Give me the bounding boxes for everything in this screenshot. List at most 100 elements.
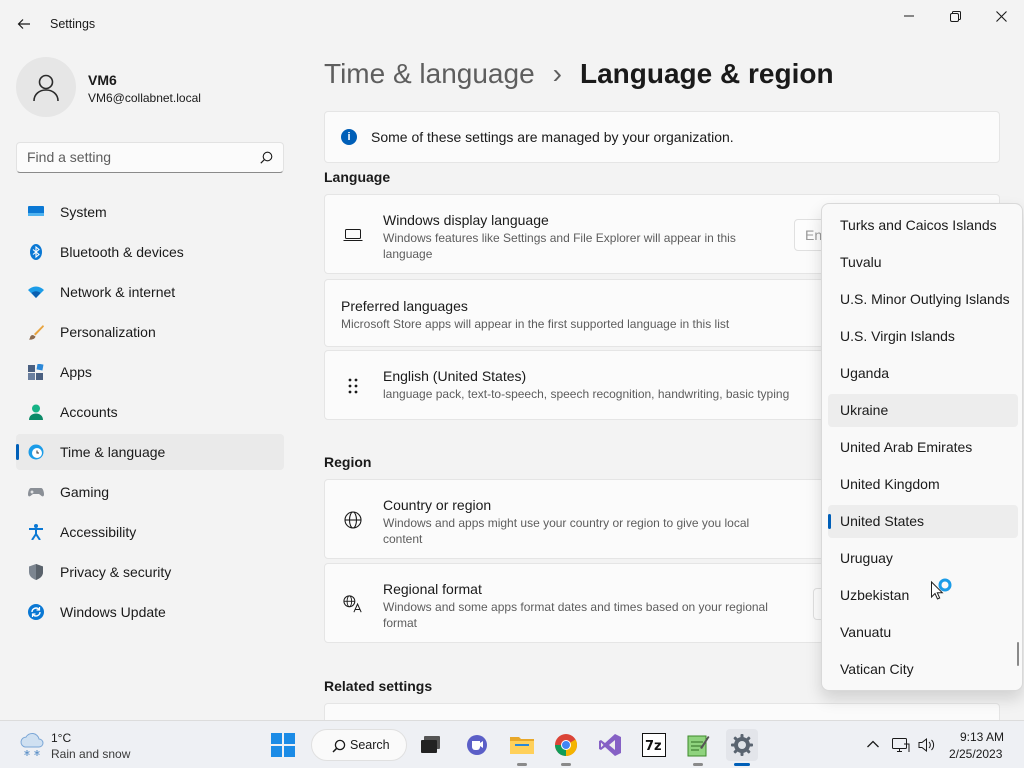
english-language-subtitle: language pack, text-to-speech, speech re… — [383, 387, 790, 401]
country-dropdown-list[interactable]: Turks and Caicos Islands Tuvalu U.S. Min… — [821, 203, 1023, 691]
network-icon[interactable] — [892, 737, 910, 753]
dropdown-option[interactable]: Uzbekistan — [828, 579, 1018, 612]
minimize-button[interactable] — [886, 0, 932, 32]
info-icon: i — [341, 129, 357, 145]
display-language-subtitle: Windows features like Settings and File … — [383, 231, 736, 261]
start-icon — [271, 733, 295, 757]
user-name: VM6 — [88, 72, 117, 88]
avatar — [16, 57, 76, 117]
wifi-icon — [28, 286, 44, 298]
breadcrumb-parent[interactable]: Time & language — [324, 58, 535, 90]
drag-handle-icon[interactable] — [343, 376, 363, 396]
dropdown-option[interactable]: Tuvalu — [828, 246, 1018, 279]
sidebar-item-gaming[interactable]: Gaming — [16, 474, 284, 510]
sidebar-item-privacy[interactable]: Privacy & security — [16, 554, 284, 590]
shield-icon — [29, 564, 43, 580]
settings-button[interactable] — [726, 729, 758, 766]
user-email: VM6@collabnet.local — [88, 91, 201, 105]
taskbar: 1°C Rain and snow Search 7z 9:13 AM 2/25… — [0, 720, 1024, 768]
dropdown-option[interactable]: Vatican City — [828, 653, 1018, 686]
country-region-title: Country or region — [383, 497, 492, 513]
gamepad-icon — [28, 488, 44, 497]
close-button[interactable] — [978, 0, 1024, 32]
dropdown-option[interactable]: Vanuatu — [828, 616, 1018, 649]
account-icon — [29, 404, 43, 420]
dropdown-option[interactable]: Uruguay — [828, 542, 1018, 575]
title-bar: Settings — [0, 0, 1024, 48]
related-settings-title: Related settings — [324, 678, 433, 694]
minimize-icon — [904, 15, 914, 17]
person-icon — [33, 74, 59, 102]
dropdown-option[interactable]: United Kingdom — [828, 468, 1018, 501]
search-icon[interactable] — [260, 151, 273, 164]
notepad-button[interactable] — [682, 729, 714, 766]
task-view-button[interactable] — [415, 729, 447, 761]
dropdown-option[interactable]: Uganda — [828, 357, 1018, 390]
weather-widget[interactable]: 1°C Rain and snow — [18, 731, 130, 761]
7zip-icon: 7z — [642, 733, 666, 757]
clock-globe-icon — [28, 444, 44, 460]
dropdown-option-selected[interactable]: United States — [828, 505, 1018, 538]
chrome-button[interactable] — [550, 729, 582, 766]
weather-desc: Rain and snow — [51, 747, 131, 761]
sidebar-item-windows-update[interactable]: Windows Update — [16, 594, 284, 630]
teams-chat-button[interactable] — [461, 729, 493, 761]
visual-studio-button[interactable] — [594, 729, 626, 761]
weather-temp: 1°C — [51, 731, 72, 745]
maximize-button[interactable] — [932, 0, 978, 32]
running-indicator — [693, 763, 703, 766]
dropdown-option[interactable]: U.S. Virgin Islands — [828, 320, 1018, 353]
sidebar-item-system[interactable]: System — [16, 194, 284, 230]
breadcrumb: Time & language › Language & region — [324, 58, 834, 90]
notepad-icon — [687, 735, 710, 757]
breadcrumb-separator: › — [552, 58, 562, 89]
close-icon — [995, 10, 1007, 22]
display-language-title: Windows display language — [383, 212, 549, 228]
sidebar-item-accessibility[interactable]: Accessibility — [16, 514, 284, 550]
chrome-icon — [555, 734, 577, 756]
restore-icon — [949, 10, 961, 22]
dropdown-option-hovered[interactable]: Ukraine — [828, 394, 1018, 427]
preferred-languages-subtitle: Microsoft Store apps will appear in the … — [341, 317, 730, 331]
dropdown-option[interactable]: U.S. Minor Outlying Islands — [828, 283, 1018, 316]
regional-format-icon — [343, 594, 363, 614]
laptop-icon — [343, 225, 363, 245]
sidebar-item-network[interactable]: Network & internet — [16, 274, 284, 310]
sidebar-item-apps[interactable]: Apps — [16, 354, 284, 390]
dropdown-option[interactable]: United Arab Emirates — [828, 431, 1018, 464]
clock-time[interactable]: 9:13 AM — [960, 730, 1004, 744]
sidebar-item-accounts[interactable]: Accounts — [16, 394, 284, 430]
dropdown-option[interactable]: Turks and Caicos Islands — [828, 209, 1018, 242]
country-region-subtitle: Windows and apps might use your country … — [383, 516, 750, 546]
sidebar-item-time-language[interactable]: Time & language — [16, 434, 284, 470]
region-section-title: Region — [324, 454, 372, 470]
chevron-up-icon[interactable] — [866, 737, 880, 751]
sidebar-item-personalization[interactable]: Personalization — [16, 314, 284, 350]
taskbar-search-label: Search — [350, 738, 390, 752]
dropdown-scrollbar[interactable] — [1017, 642, 1019, 666]
7zip-button[interactable]: 7z — [638, 729, 670, 761]
sidebar-item-bluetooth[interactable]: Bluetooth & devices — [16, 234, 284, 270]
english-language-title: English (United States) — [383, 368, 527, 384]
back-arrow-icon — [17, 19, 30, 29]
app-title: Settings — [50, 17, 96, 31]
file-explorer-icon — [510, 737, 534, 754]
regional-format-subtitle: Windows and some apps format dates and t… — [383, 600, 768, 630]
teams-chat-icon — [467, 735, 487, 755]
volume-icon[interactable] — [918, 737, 936, 753]
globe-icon — [343, 510, 363, 530]
preferred-languages-title: Preferred languages — [341, 298, 468, 314]
settings-search[interactable] — [16, 142, 284, 173]
bluetooth-icon — [30, 244, 42, 260]
taskbar-search[interactable]: Search — [311, 729, 407, 761]
svg-text:7z: 7z — [645, 739, 662, 754]
sidebar-nav: System Bluetooth & devices Network & int… — [16, 194, 284, 634]
clock-date[interactable]: 2/25/2023 — [949, 747, 1002, 761]
running-indicator — [517, 763, 527, 766]
info-text: Some of these settings are managed by yo… — [371, 129, 734, 145]
search-input[interactable] — [27, 149, 247, 165]
file-explorer-button[interactable] — [506, 729, 538, 766]
weather-snow-icon — [20, 733, 44, 756]
start-button[interactable] — [267, 729, 299, 761]
back-button[interactable] — [10, 10, 38, 38]
